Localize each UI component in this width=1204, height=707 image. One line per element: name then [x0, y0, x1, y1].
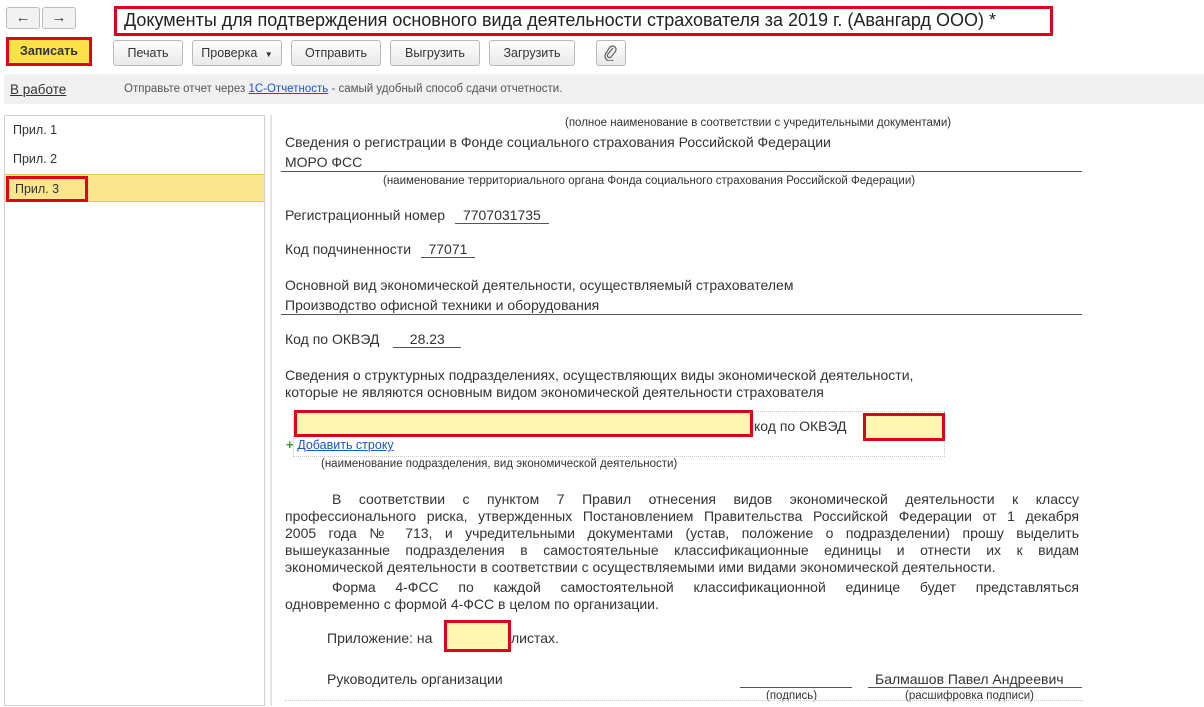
save-button[interactable]: Записать: [6, 37, 92, 66]
subdivision-name-field[interactable]: [294, 410, 753, 437]
separator-line: [281, 171, 1082, 172]
paragraph-line: одновременно с формой 4-ФСС в целом по о…: [285, 596, 659, 612]
paragraph-line: Форма 4-ФСС по каждой самостоятельной кл…: [332, 579, 1079, 595]
forward-button[interactable]: →: [42, 7, 76, 29]
okved-row: Код по ОКВЭД 28.23: [285, 331, 462, 348]
caption-subdivision: (наименование подразделения, вид экономи…: [321, 458, 678, 470]
subdivisions-heading-1: Сведения о структурных подразделениях, о…: [285, 367, 914, 383]
arrow-left-icon: ←: [15, 9, 31, 26]
plus-icon: +: [286, 437, 294, 452]
reporting-hint: Отправьте отчет через 1С-Отчетность - са…: [124, 83, 562, 95]
subordination-value: 77071: [420, 241, 475, 258]
import-button[interactable]: Загрузить: [489, 40, 575, 66]
paperclip-icon: [604, 45, 617, 62]
sidebar-item-appendix-3[interactable]: Прил. 3: [5, 174, 264, 202]
paragraph-line: экономической деятельности в соответстви…: [285, 559, 996, 575]
main-activity-value: Производство офисной техники и оборудова…: [285, 297, 600, 313]
head-name: Балмашов Павел Андреевич: [875, 671, 1064, 687]
print-button[interactable]: Печать: [113, 40, 183, 66]
arrow-right-icon: →: [51, 9, 67, 26]
sidebar-item-appendix-1[interactable]: Прил. 1: [5, 116, 264, 144]
sidebar-item-appendix-2[interactable]: Прил. 2: [5, 145, 264, 173]
reg-number-value: 7707031735: [454, 207, 549, 224]
reporting-service-link[interactable]: 1С-Отчетность: [248, 83, 328, 95]
attach-button[interactable]: [596, 40, 626, 66]
check-label: Проверка: [201, 46, 258, 60]
appendix-list: Прил. 1 Прил. 2 Прил. 3: [4, 115, 265, 706]
decoding-line: [868, 687, 1082, 688]
separator-line: [281, 314, 1082, 315]
in-work-link[interactable]: В работе: [10, 82, 66, 97]
export-button[interactable]: Выгрузить: [390, 40, 480, 66]
reg-number-label: Регистрационный номер: [285, 207, 445, 223]
okved-value: 28.23: [393, 331, 462, 348]
main-activity-label: Основной вид экономической деятельности,…: [285, 277, 794, 293]
paragraph-line: 2005 года № 713, и учредительными докуме…: [285, 525, 1079, 541]
status-strip: В работе Отправьте отчет через 1С-Отчетн…: [4, 74, 1204, 104]
attachment-suffix: листах.: [511, 630, 559, 646]
hint-prefix: Отправьте отчет через: [124, 83, 246, 95]
add-row-label: Добавить строку: [297, 438, 394, 452]
chevron-down-icon: ▼: [264, 50, 273, 59]
head-label: Руководитель организации: [327, 671, 503, 687]
fss-body-value: МОРО ФСС: [285, 154, 363, 170]
check-dropdown-button[interactable]: Проверка ▼: [192, 40, 282, 66]
paragraph-line: В соответствии с пунктом 7 Правил отнесе…: [332, 491, 1079, 507]
subordination-row: Код подчиненности 77071: [285, 241, 475, 258]
hint-suffix: - самый удобный способ сдачи отчетности.: [331, 83, 563, 95]
window-title-frame: Документы для подтверждения основного ви…: [114, 6, 1053, 36]
caption-fss-body: (наименование территориального органа Фо…: [383, 175, 916, 187]
sidebar-item-label: Прил. 3: [5, 176, 89, 202]
subdivision-okved-field[interactable]: [863, 413, 945, 441]
okved-label: Код по ОКВЭД: [285, 331, 380, 347]
subdivision-okved-label: код по ОКВЭД: [754, 418, 847, 434]
back-button[interactable]: ←: [6, 7, 40, 29]
request-paragraph: В соответствии с пунктом 7 Правил отнесе…: [285, 491, 1079, 613]
fss-registration-heading: Сведения о регистрации в Фонде социально…: [285, 134, 831, 150]
reg-number-row: Регистрационный номер 7707031735: [285, 207, 549, 224]
signature-line: [740, 687, 852, 688]
subordination-label: Код подчиненности: [285, 241, 412, 257]
attachment-prefix: Приложение: на: [327, 630, 433, 646]
window-title: Документы для подтверждения основного ви…: [124, 10, 996, 30]
attachment-sheets-field[interactable]: [444, 620, 511, 652]
pane-divider: [270, 115, 272, 706]
send-button[interactable]: Отправить: [291, 40, 381, 66]
subdivisions-heading-2: которые не являются основным видом эконо…: [285, 384, 824, 400]
paragraph-line: вышеуказанные подразделения в самостояте…: [285, 542, 1079, 558]
paragraph-line: профессионального риска, утвержденных По…: [285, 508, 1079, 524]
add-row-link[interactable]: + Добавить строку: [286, 437, 394, 452]
caption-fullname: (полное наименование в соответствии с уч…: [565, 117, 952, 129]
